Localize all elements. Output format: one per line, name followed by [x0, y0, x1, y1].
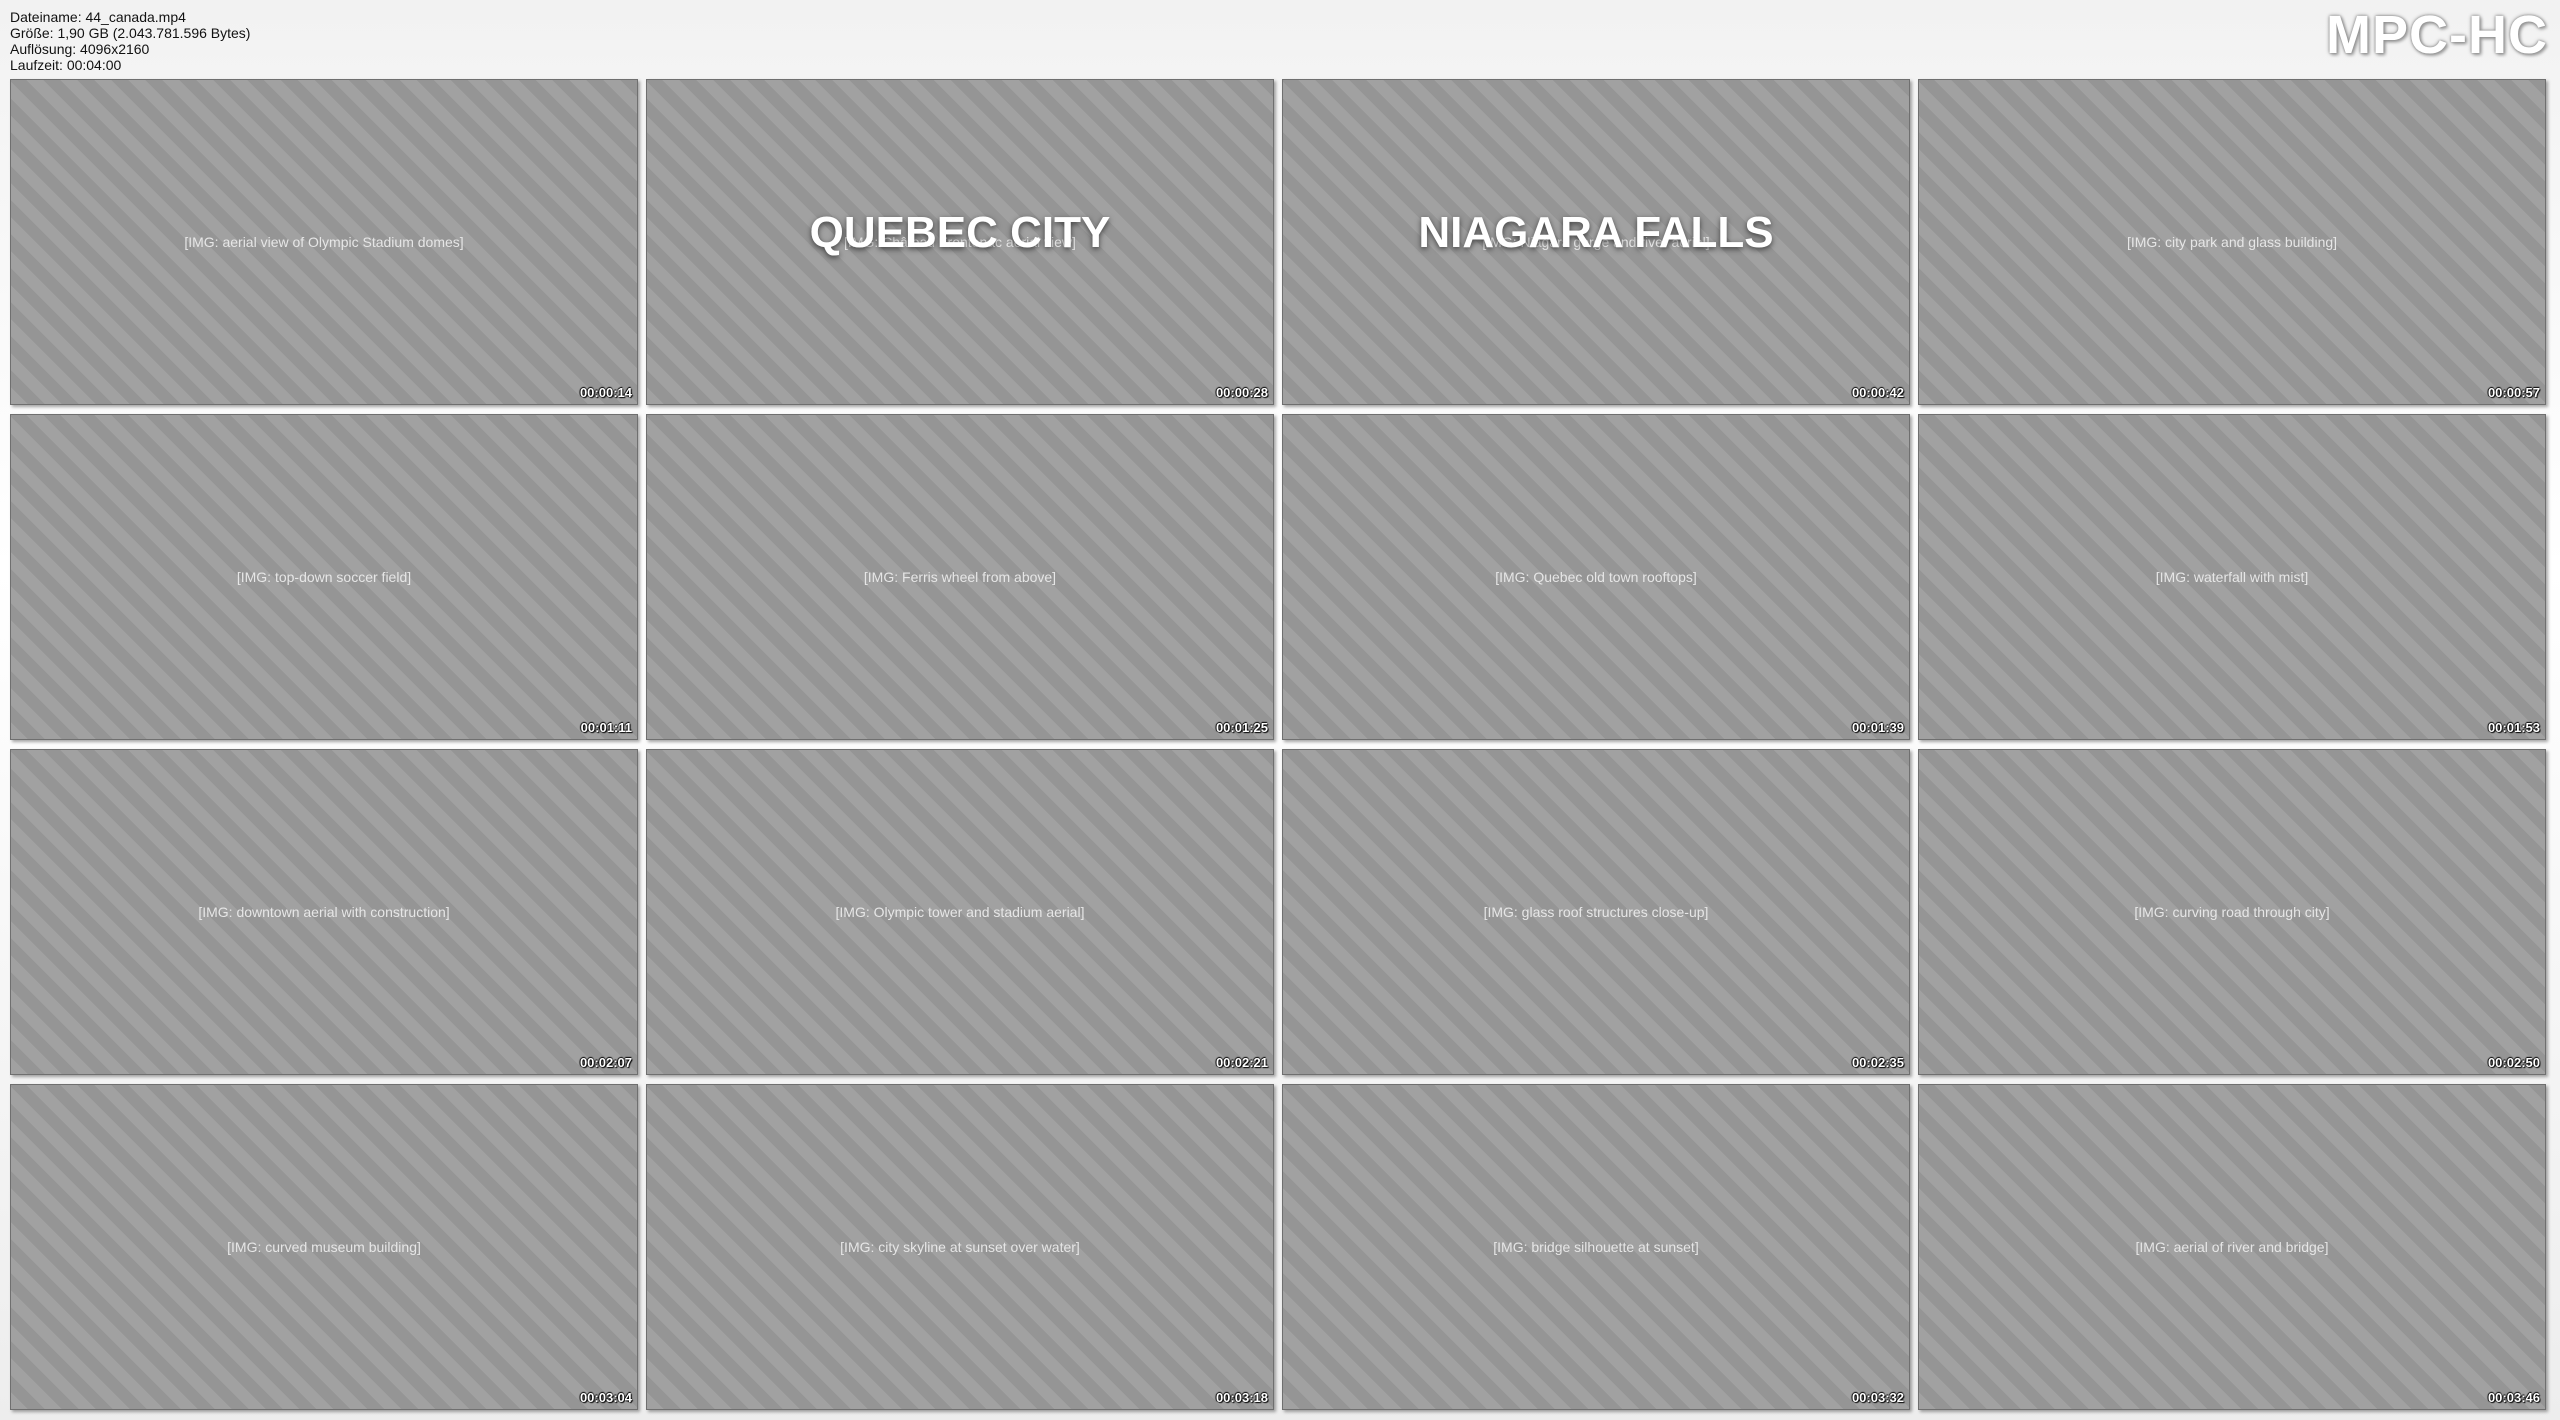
thumbnail-overlay-title: QUEBEC CITY — [809, 208, 1111, 257]
thumbnail-timestamp: 00:03:46 — [2487, 1390, 2540, 1405]
thumbnail: [IMG: top-down soccer field] 00:01:11 — [10, 414, 638, 740]
thumbnail-image: [IMG: city skyline at sunset over water] — [647, 1085, 1273, 1409]
thumbnail: [IMG: Château Frontenac aerial view] QUE… — [646, 79, 1274, 405]
thumbnail-timestamp: 00:01:25 — [1215, 720, 1268, 735]
thumbnail-timestamp: 00:02:07 — [579, 1055, 632, 1070]
thumbnail-timestamp: 00:03:04 — [579, 1390, 632, 1405]
thumbnail: [IMG: downtown aerial with construction]… — [10, 749, 638, 1075]
thumbnail-timestamp: 00:00:57 — [2487, 385, 2540, 400]
mpc-hc-logo: MPC-HC — [2326, 5, 2548, 65]
thumbnail: [IMG: waterfall with mist] 00:01:53 — [1918, 414, 2546, 740]
thumbnail: [IMG: bridge silhouette at sunset] 00:03… — [1282, 1084, 1910, 1410]
thumbnail: [IMG: city park and glass building] 00:0… — [1918, 79, 2546, 405]
thumbnail-image: [IMG: top-down soccer field] — [11, 415, 637, 739]
thumbnail-image: [IMG: bridge silhouette at sunset] — [1283, 1085, 1909, 1409]
filename-text: Dateiname: 44_canada.mp4 — [10, 9, 186, 25]
thumbnail: [IMG: glass roof structures close-up] 00… — [1282, 749, 1910, 1075]
thumbnail-timestamp: 00:00:42 — [1851, 385, 1904, 400]
thumbnail: [IMG: aerial of river and bridge] 00:03:… — [1918, 1084, 2546, 1410]
thumbnail-image: [IMG: aerial view of Olympic Stadium dom… — [11, 80, 637, 404]
thumbnail-timestamp: 00:00:14 — [579, 385, 632, 400]
thumbnail-timestamp: 00:03:32 — [1851, 1390, 1904, 1405]
thumbnail: [IMG: Niagara gorge and river aerial] NI… — [1282, 79, 1910, 405]
thumbnail: [IMG: Quebec old town rooftops] 00:01:39 — [1282, 414, 1910, 740]
resolution-text: Auflösung: 4096x2160 — [10, 41, 150, 57]
thumbnail: [IMG: aerial view of Olympic Stadium dom… — [10, 79, 638, 405]
file-info: Dateiname: 44_canada.mp4 Größe: 1,90 GB … — [10, 9, 250, 73]
thumbnail-image: [IMG: waterfall with mist] — [1919, 415, 2545, 739]
thumbnail: [IMG: curved museum building] 00:03:04 — [10, 1084, 638, 1410]
thumbnail-grid: [IMG: aerial view of Olympic Stadium dom… — [10, 79, 2550, 1411]
thumbnail: [IMG: Ferris wheel from above] 00:01:25 — [646, 414, 1274, 740]
thumbnail-image: [IMG: downtown aerial with construction] — [11, 750, 637, 1074]
thumbnail-image: [IMG: glass roof structures close-up] — [1283, 750, 1909, 1074]
thumbnail-image: [IMG: Quebec old town rooftops] — [1283, 415, 1909, 739]
thumbnail-timestamp: 00:02:21 — [1215, 1055, 1268, 1070]
duration-text: Laufzeit: 00:04:00 — [10, 57, 122, 73]
thumbnail-image: [IMG: city park and glass building] — [1919, 80, 2545, 404]
thumbnail-image: [IMG: aerial of river and bridge] — [1919, 1085, 2545, 1409]
thumbnail: [IMG: Olympic tower and stadium aerial] … — [646, 749, 1274, 1075]
thumbnail-image: [IMG: Olympic tower and stadium aerial] — [647, 750, 1273, 1074]
filesize-text: Größe: 1,90 GB (2.043.781.596 Bytes) — [10, 25, 251, 41]
thumbnail-overlay-title: NIAGARA FALLS — [1418, 208, 1774, 257]
thumbnail-timestamp: 00:02:50 — [2487, 1055, 2540, 1070]
thumbnail: [IMG: curving road through city] 00:02:5… — [1918, 749, 2546, 1075]
thumbnail-timestamp: 00:03:18 — [1215, 1390, 1268, 1405]
thumbnail: [IMG: city skyline at sunset over water]… — [646, 1084, 1274, 1410]
thumbnail-timestamp: 00:02:35 — [1851, 1055, 1904, 1070]
thumbnail-image: [IMG: curved museum building] — [11, 1085, 637, 1409]
thumbnail-timestamp: 00:00:28 — [1215, 385, 1268, 400]
thumbnail-timestamp: 00:01:53 — [2487, 720, 2540, 735]
thumbnail-timestamp: 00:01:11 — [580, 720, 632, 735]
thumbnail-timestamp: 00:01:39 — [1851, 720, 1904, 735]
thumbnail-image: [IMG: curving road through city] — [1919, 750, 2545, 1074]
thumbnail-image: [IMG: Ferris wheel from above] — [647, 415, 1273, 739]
